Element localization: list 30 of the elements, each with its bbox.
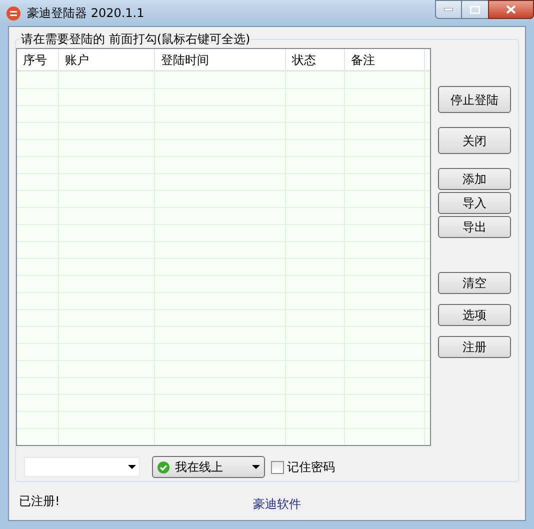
close-icon: [506, 5, 516, 14]
action-button[interactable]: 导出: [438, 216, 511, 238]
maximize-button[interactable]: [462, 0, 488, 19]
column-header[interactable]: 登陆时间: [155, 49, 286, 70]
minimize-button[interactable]: [435, 0, 462, 19]
column-header[interactable]: 序号: [17, 49, 59, 70]
vendor-link[interactable]: 豪迪软件: [252, 495, 301, 513]
window-title: 豪迪登陆器 2020.1.1: [27, 5, 144, 22]
minimize-icon: [444, 8, 453, 11]
action-button[interactable]: 导入: [438, 192, 511, 214]
dropdown-arrow-icon: [252, 465, 260, 469]
check-circle-icon: [157, 460, 170, 474]
status-combo[interactable]: 我在线上: [152, 456, 265, 478]
action-button[interactable]: 停止登陆: [438, 86, 511, 113]
app-icon: [6, 6, 21, 20]
column-header[interactable]: 状态: [286, 49, 345, 70]
column-header[interactable]: 备注: [345, 49, 425, 70]
dropdown-arrow-icon: [128, 465, 136, 469]
action-button[interactable]: 关闭: [438, 127, 511, 154]
remember-checkbox[interactable]: [271, 460, 284, 474]
group-caption: 请在需要登陆的 前面打勾(鼠标右键可全选): [20, 31, 252, 47]
action-button[interactable]: 注册: [438, 336, 511, 358]
action-button[interactable]: 添加: [438, 168, 511, 190]
action-button[interactable]: 选项: [438, 304, 511, 326]
registration-status: 已注册!: [19, 493, 60, 510]
close-button[interactable]: [488, 0, 534, 19]
column-header[interactable]: 账户: [59, 49, 155, 70]
checkbox-label: 记住密码: [287, 459, 335, 476]
action-button[interactable]: 清空: [438, 272, 511, 294]
maximize-icon: [470, 6, 480, 14]
